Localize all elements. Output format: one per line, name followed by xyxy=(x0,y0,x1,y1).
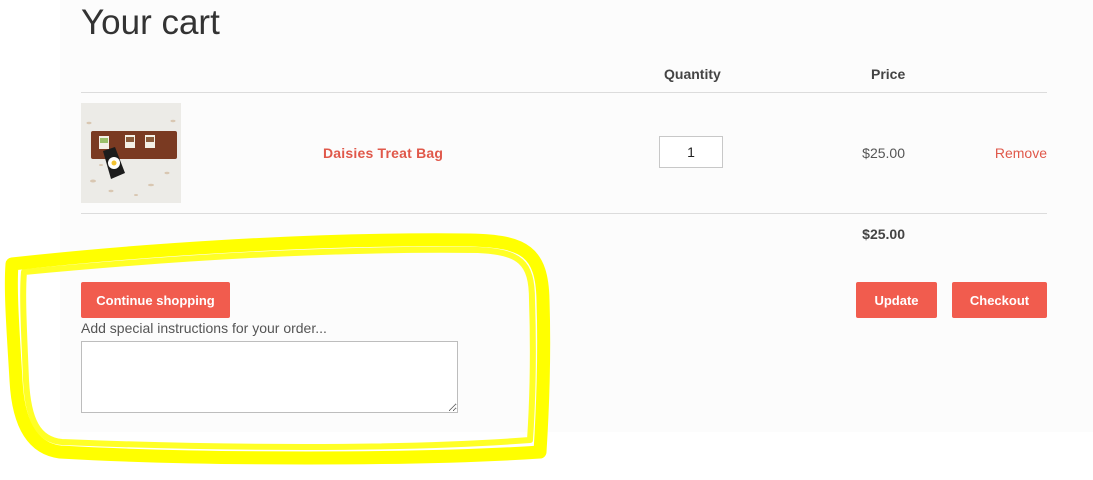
line-item-price: $25.00 xyxy=(862,145,905,161)
special-instructions-textarea[interactable] xyxy=(81,341,458,413)
cart-subtotal: $25.00 xyxy=(862,226,905,242)
product-name-link[interactable]: Daisies Treat Bag xyxy=(323,145,443,161)
continue-shopping-button[interactable]: Continue shopping xyxy=(81,282,230,318)
remove-item-link[interactable]: Remove xyxy=(980,145,1047,161)
special-instructions-label: Add special instructions for your order.… xyxy=(81,320,327,336)
product-thumbnail[interactable] xyxy=(81,103,181,203)
quantity-input[interactable] xyxy=(659,136,723,168)
header-divider xyxy=(81,92,1047,93)
page-title: Your cart xyxy=(81,3,220,42)
update-button[interactable]: Update xyxy=(856,282,937,318)
price-column-header: Price xyxy=(871,66,906,82)
product-photo-icon xyxy=(81,103,181,203)
checkout-button[interactable]: Checkout xyxy=(952,282,1047,318)
items-divider xyxy=(81,213,1047,214)
quantity-column-header: Quantity xyxy=(664,66,721,82)
